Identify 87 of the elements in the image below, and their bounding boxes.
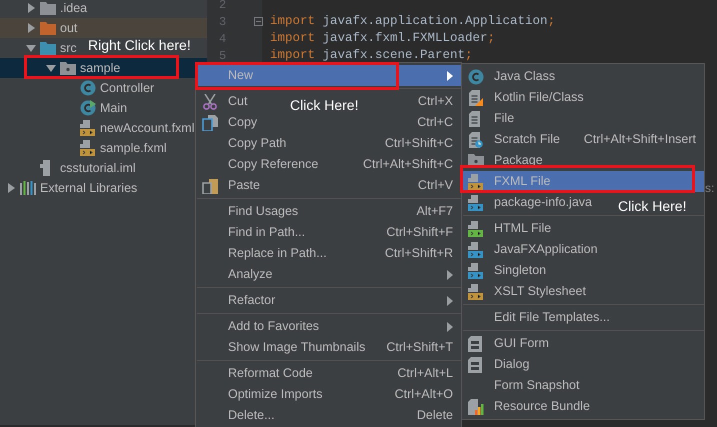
menu-item[interactable]: Copy Reference [202,155,318,174]
java-file-icon [468,262,483,278]
shortcut-label: Ctrl+Alt+L [397,365,453,382]
package-folder-icon [60,62,76,74]
menu-item[interactable]: Replace in Path... [202,244,327,263]
java-file-icon [468,242,483,258]
form-icon [468,336,482,352]
menu-item[interactable]: XSLT Stylesheet [468,282,586,301]
menu-item[interactable]: Optimize Imports [202,385,322,404]
kotlin-file-icon [468,90,483,106]
menu-item[interactable]: Copy Path [202,134,286,153]
collapse-arrow-icon[interactable] [46,63,56,73]
tree-item[interactable]: out [0,18,207,38]
runnable-class-icon [80,100,96,116]
fxml-file-icon [80,140,95,156]
menu-item[interactable]: GUI Form [468,334,549,353]
annotation-text: Click Here! [618,197,686,216]
xslt-file-icon [468,284,483,300]
tree-item[interactable]: External Libraries [0,178,140,198]
menu-item[interactable]: JavaFXApplication [468,240,598,259]
scratch-file-icon [468,132,483,148]
java-file-icon [468,194,483,210]
code-line: import javafx.fxml.FXMLLoader; [270,30,496,48]
tree-item[interactable]: src [0,38,79,58]
menu-item[interactable]: Singleton [468,261,546,280]
shortcut-label: Ctrl+Alt+O [394,386,453,404]
tree-item[interactable]: csstutorial.iml [0,158,138,178]
shortcut-label: Ctrl+C [417,114,453,132]
menu-item[interactable]: Form Snapshot [468,376,580,395]
tree-item[interactable]: .idea [0,0,90,18]
menu-item[interactable]: Add to Favorites [202,317,320,336]
shortcut-label: Ctrl+V [418,177,453,194]
menu-item[interactable]: Copy [202,113,258,132]
menu-item[interactable]: Resource Bundle [468,397,590,416]
menu-item[interactable]: Show Image Thumbnails [202,338,366,357]
file-icon [468,110,483,126]
menu-item[interactable]: Find Usages [202,202,298,221]
menu-item[interactable]: Scratch File [468,130,560,149]
menu-item[interactable]: Dialog [468,355,530,374]
copy-icon [202,114,218,130]
menu-item[interactable]: Delete... [202,406,275,425]
menu-item[interactable]: Find in Path... [202,223,306,242]
expand-arrow-icon[interactable] [6,183,16,193]
menu-item[interactable]: Kotlin File/Class [468,88,584,107]
tree-item[interactable]: newAccount.fxml [0,118,196,138]
menu-item[interactable]: File [468,109,514,128]
expand-arrow-icon[interactable] [26,23,36,33]
shortcut-label: Ctrl+Shift+T [386,339,453,356]
menu-item[interactable]: Edit File Templates... [468,308,610,327]
code-line: import javafx.application.Application; [270,13,556,30]
shortcut-label: Ctrl+Alt+Shift+C [363,156,453,174]
menu-item[interactable]: Java Class [468,67,556,86]
menu-item[interactable]: Package [468,151,543,170]
shortcut-label: Ctrl+Shift+C [384,135,453,152]
editor-text: s: [705,180,714,197]
shortcut-label: Alt+F7 [416,203,453,220]
collapse-arrow-icon[interactable] [26,43,36,53]
fxml-file-icon [80,120,95,136]
menu-item[interactable]: package-info.java [468,193,592,212]
shortcut-label: Delete [416,407,453,424]
tree-item[interactable]: Controller [0,78,156,98]
menu-item[interactable]: Reformat Code [202,364,313,383]
menu-item[interactable]: Cut [202,92,248,111]
code-line: import javafx.scene.Parent; [270,47,473,64]
shortcut-label: Ctrl+Alt+Shift+Insert [584,131,696,148]
shortcut-label: Ctrl+Shift+F [386,224,453,242]
shortcut-label: Ctrl+Shift+R [384,245,453,262]
fold-marker-icon[interactable] [254,17,263,26]
menu-item[interactable]: Refactor [202,291,276,310]
expand-arrow-icon[interactable] [26,3,36,13]
menu-item[interactable]: Analyze [202,265,272,284]
annotation-text: Right Click here! [88,36,191,55]
class-icon [80,80,96,96]
class-icon [468,68,484,84]
annotation-text: Click Here! [290,96,358,115]
tree-item[interactable]: Main [0,98,130,118]
html-file-icon [468,220,483,236]
scissors-icon [202,94,218,110]
paste-icon [202,178,218,194]
menu-item[interactable]: Paste [202,176,260,195]
form-icon [468,356,482,372]
menu-item[interactable]: HTML File [468,219,552,238]
resource-bundle-icon [468,398,484,414]
tree-item[interactable]: sample.fxml [0,138,169,158]
fxml-file-icon [468,174,483,190]
libraries-icon [20,181,36,195]
shortcut-label: Ctrl+X [418,93,453,110]
